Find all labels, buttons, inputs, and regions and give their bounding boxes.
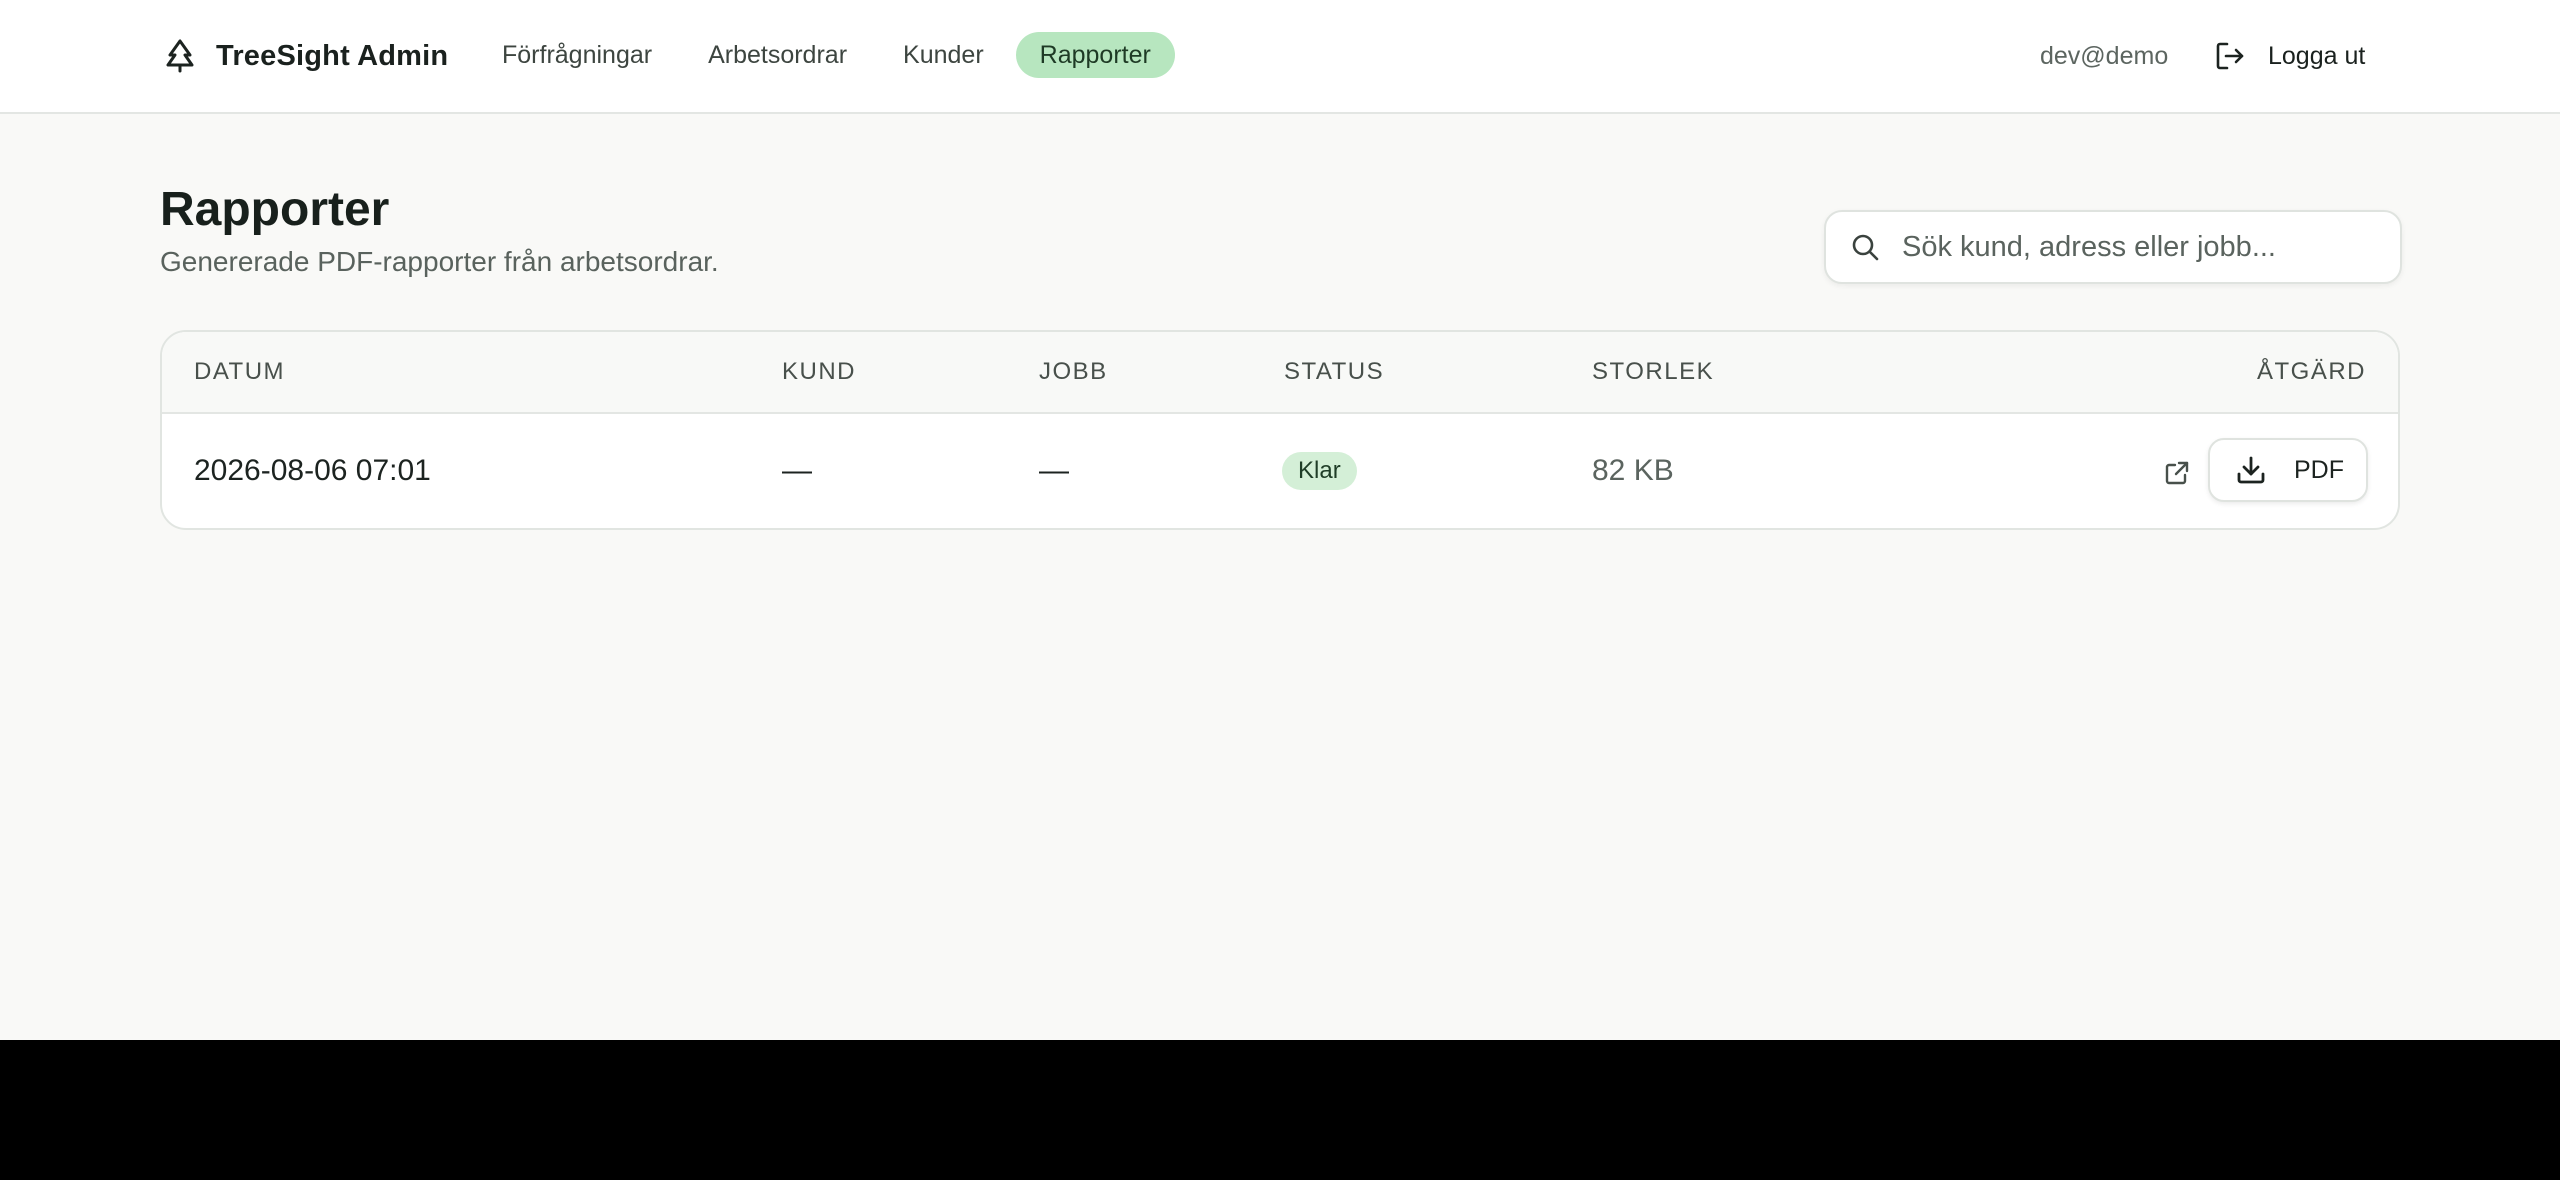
logout-button[interactable]: Logga ut (2210, 30, 2365, 82)
main-nav: Förfrågningar Arbetsordrar Kunder Rappor… (478, 32, 1175, 78)
app-root: TreeSight Admin Förfrågningar Arbetsordr… (0, 0, 2560, 1040)
reports-table: DATUM KUND JOBB STATUS STORLEK ÅTGÄRD 20… (160, 330, 2400, 530)
brand[interactable]: TreeSight Admin (160, 34, 448, 78)
nav-item-arbetsordrar[interactable]: Arbetsordrar (684, 32, 871, 78)
cell-storlek: 82 KB (1592, 454, 1674, 487)
nav-item-forfragningar[interactable]: Förfrågningar (478, 32, 676, 78)
column-header-jobb: JOBB (1039, 358, 1108, 385)
nav-item-rapporter[interactable]: Rapporter (1015, 32, 1175, 78)
table-header: DATUM KUND JOBB STATUS STORLEK ÅTGÄRD (162, 332, 2398, 414)
cell-jobb: — (1039, 454, 1069, 487)
status-badge: Klar (1282, 452, 1357, 490)
top-bar: TreeSight Admin Förfrågningar Arbetsordr… (0, 0, 2560, 114)
page-subtitle: Genererade PDF-rapporter från arbetsordr… (160, 246, 719, 277)
cell-datum: 2026-08-06 07:01 (194, 454, 431, 487)
logout-icon (2210, 36, 2250, 76)
user-email: dev@demo (2040, 42, 2169, 70)
column-header-datum: DATUM (194, 358, 286, 385)
download-pdf-label: PDF (2294, 455, 2344, 484)
brand-name: TreeSight Admin (216, 39, 449, 72)
download-pdf-button[interactable]: PDF (2208, 438, 2368, 502)
external-link-icon[interactable] (2160, 456, 2194, 490)
logout-label: Logga ut (2268, 41, 2366, 70)
nav-item-kunder[interactable]: Kunder (879, 32, 1008, 78)
column-header-storlek: STORLEK (1592, 358, 1715, 385)
search-icon (1848, 230, 1882, 264)
column-header-kund: KUND (782, 358, 857, 385)
column-header-status: STATUS (1284, 358, 1385, 385)
column-header-atgard: ÅTGÄRD (2256, 358, 2366, 385)
table-row: 2026-08-06 07:01 — — Klar 82 KB PDF (162, 414, 2398, 528)
search-box (1824, 210, 2402, 284)
cell-kund: — (782, 454, 812, 487)
tree-icon (160, 36, 200, 76)
download-icon (2234, 453, 2268, 487)
search-input[interactable] (1900, 229, 2384, 265)
page-title: Rapporter (160, 183, 390, 236)
